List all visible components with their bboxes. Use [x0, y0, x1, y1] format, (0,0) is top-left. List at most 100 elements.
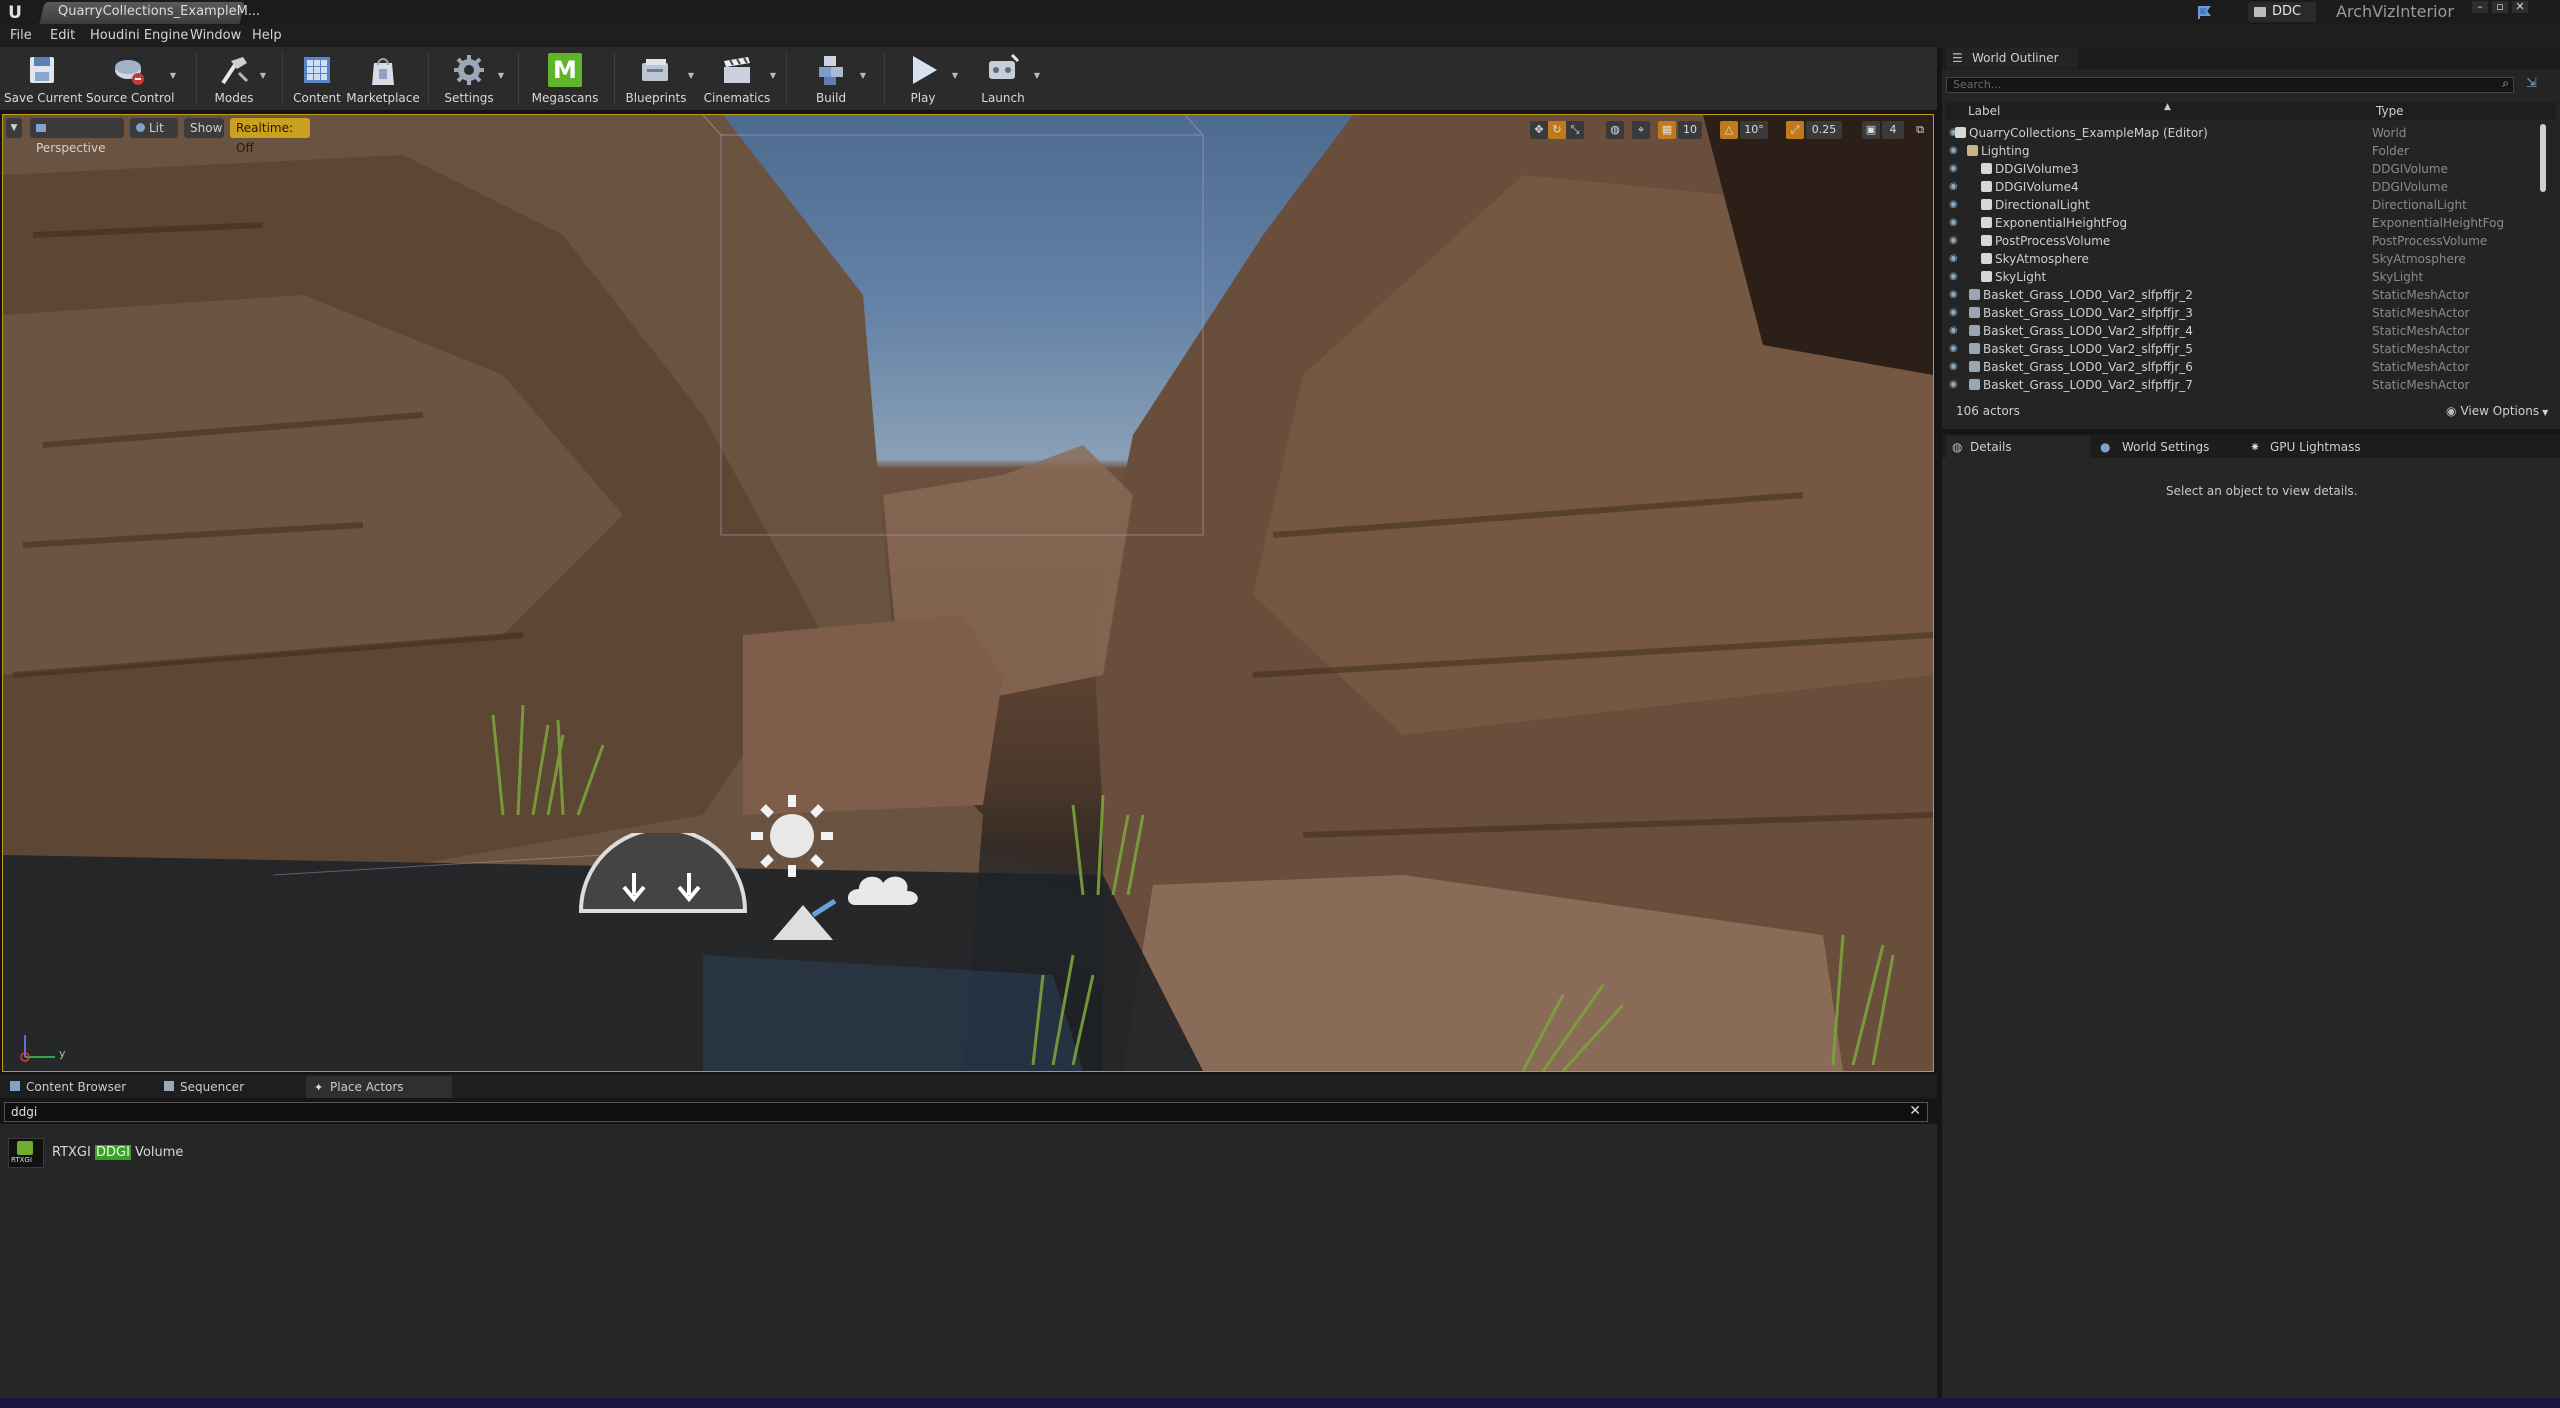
outliner-search-input[interactable]: Search... ⌕ [1946, 76, 2514, 93]
visibility-eye-icon[interactable]: ◉ [1949, 344, 1961, 354]
unreal-logo-icon[interactable]: U [4, 2, 26, 24]
outliner-row[interactable]: ◉ DDGIVolume4 DDGIVolume [1945, 178, 2555, 196]
visibility-eye-icon[interactable]: ◉ [1949, 272, 1961, 282]
grid-snap-icon[interactable]: ▦ [1658, 121, 1676, 139]
maximize-icon[interactable]: ▫ [2492, 1, 2508, 13]
scale-snap-icon[interactable]: ⤢ [1786, 121, 1804, 139]
outliner-row[interactable]: ◉ SkyLight SkyLight [1945, 268, 2555, 286]
maximize-viewport-icon[interactable]: ⧉ [1912, 121, 1928, 139]
settings-dropdown-icon[interactable]: ▼ [498, 71, 504, 80]
outliner-row[interactable]: ◉ ExponentialHeightFog ExponentialHeightFo… [1945, 214, 2555, 232]
tab-sequencer[interactable]: Sequencer [156, 1076, 306, 1098]
lit-view-mode-button[interactable]: Lit [130, 118, 178, 138]
menu-file[interactable]: File [10, 28, 32, 43]
blueprints-button[interactable]: Blueprints ▼ [622, 49, 694, 107]
tab-content-browser[interactable]: Content Browser [2, 1076, 152, 1098]
menu-help[interactable]: Help [252, 28, 282, 43]
clear-search-icon[interactable]: ✕ [1909, 1103, 1921, 1119]
directional-light-sun-icon[interactable] [747, 791, 837, 881]
close-icon[interactable]: ✕ [2512, 1, 2528, 13]
realtime-toggle[interactable]: Realtime: Off [230, 118, 310, 155]
build-button[interactable]: Build ▼ [800, 49, 866, 107]
blueprints-dropdown-icon[interactable]: ▼ [688, 71, 694, 80]
outliner-row[interactable]: ◉ Basket_Grass_LOD0_Var2_slfpffjr_2 Static… [1945, 286, 2555, 304]
sky-atmosphere-icon[interactable] [579, 833, 749, 913]
rotation-snap-value[interactable]: 10° [1740, 121, 1768, 139]
outliner-row[interactable]: ◉ DirectionalLight DirectionalLight [1945, 196, 2555, 214]
visibility-eye-icon[interactable]: ◉ [1949, 308, 1961, 318]
translate-tool-icon[interactable]: ✥ [1530, 121, 1548, 139]
megascans-button[interactable]: M Megascans [530, 49, 600, 107]
world-local-icon[interactable]: ◍ [1606, 121, 1624, 139]
scale-tool-icon[interactable]: ⤡ [1566, 121, 1584, 139]
outliner-add-icon[interactable]: ⇲ [2526, 76, 2546, 94]
minimize-icon[interactable]: – [2472, 1, 2488, 13]
rtxgi-ddgi-volume-item[interactable]: RTXGI DDGI Volume [52, 1145, 183, 1160]
cinematics-dropdown-icon[interactable]: ▼ [770, 71, 776, 80]
outliner-row[interactable]: ◉ Lighting Folder [1945, 142, 2555, 160]
outliner-row[interactable]: ◉ Basket_Grass_LOD0_Var2_slfpffjr_6 Static… [1945, 358, 2555, 376]
menu-window[interactable]: Window [190, 28, 241, 43]
play-button[interactable]: Play ▼ [892, 49, 958, 107]
rotate-tool-icon[interactable]: ↻ [1548, 121, 1566, 139]
perspective-button[interactable]: Perspective [30, 118, 124, 155]
visibility-eye-icon[interactable]: ◉ [1949, 164, 1961, 174]
outliner-scrollbar[interactable] [2540, 124, 2546, 192]
launch-button[interactable]: Launch ▼ [970, 49, 1040, 107]
column-label[interactable]: Label [1968, 102, 2000, 120]
surface-snap-icon[interactable]: ⌖ [1632, 121, 1650, 139]
camera-speed-value[interactable]: 4 [1882, 121, 1904, 139]
tab-world-outliner[interactable]: ☰ World Outliner [1946, 48, 2078, 68]
scale-snap-value[interactable]: 0.25 [1806, 121, 1842, 139]
launch-dropdown-icon[interactable]: ▼ [1034, 71, 1040, 80]
outliner-row[interactable]: ◉ Basket_Grass_LOD0_Var2_slfpffjr_4 Static… [1945, 322, 2555, 340]
tab-world-settings[interactable]: ● World Settings [2094, 436, 2242, 458]
tab-gpu-lightmass[interactable]: ✷ GPU Lightmass [2246, 436, 2390, 458]
visibility-eye-icon[interactable]: ◉ [1949, 362, 1961, 372]
menu-edit[interactable]: Edit [50, 28, 75, 43]
modes-dropdown-icon[interactable]: ▼ [260, 71, 266, 80]
exponential-fog-icon[interactable] [763, 895, 843, 945]
notification-flag-icon[interactable] [2196, 4, 2212, 20]
visibility-eye-icon[interactable]: ◉ [1949, 290, 1961, 300]
visibility-eye-icon[interactable]: ◉ [1949, 218, 1961, 228]
place-actors-search-input[interactable]: ddgi ✕ [4, 1102, 1928, 1122]
rtxgi-volume-item-icon[interactable]: RTXGI [8, 1138, 44, 1168]
rotation-snap-icon[interactable]: △ [1720, 121, 1738, 139]
visibility-eye-icon[interactable]: ◉ [1949, 254, 1961, 264]
visibility-eye-icon[interactable]: ◉ [1949, 236, 1961, 246]
outliner-row[interactable]: ◉ PostProcessVolume PostProcessVolume [1945, 232, 2555, 250]
sky-light-cloud-icon[interactable] [845, 867, 921, 911]
outliner-row[interactable]: ◉ Basket_Grass_LOD0_Var2_slfpffjr_7 Static… [1945, 376, 2555, 394]
play-dropdown-icon[interactable]: ▼ [952, 71, 958, 80]
show-flags-button[interactable]: Show [184, 118, 224, 138]
outliner-row[interactable]: ◉ Basket_Grass_LOD0_Var2_slfpffjr_3 Static… [1945, 304, 2555, 322]
level-viewport[interactable]: y [2, 114, 1934, 1072]
outliner-row[interactable]: ◉ DDGIVolume3 DDGIVolume [1945, 160, 2555, 178]
outliner-row[interactable]: ◉ QuarryCollections_ExampleMap (Editor) Wo… [1945, 124, 2555, 142]
camera-speed-icon[interactable]: ▣ [1862, 121, 1880, 139]
save-current-button[interactable]: Save Current [4, 49, 82, 107]
modes-button[interactable]: Modes ▼ [206, 49, 266, 107]
visibility-eye-icon[interactable]: ◉ [1949, 326, 1961, 336]
visibility-eye-icon[interactable]: ◉ [1949, 146, 1961, 156]
visibility-eye-icon[interactable]: ◉ [1949, 380, 1961, 390]
tab-place-actors[interactable]: ✦ Place Actors [306, 1076, 452, 1098]
tab-details[interactable]: ◍ Details [1946, 436, 2090, 458]
grid-snap-value[interactable]: 10 [1678, 121, 1702, 139]
build-dropdown-icon[interactable]: ▼ [860, 71, 866, 80]
viewport-options-dropdown[interactable]: ▼ [6, 118, 22, 138]
source-control-button[interactable]: Source Control ▼ [86, 49, 176, 107]
cinematics-button[interactable]: Cinematics ▼ [702, 49, 776, 107]
view-options-button[interactable]: ◉ View Options ▼ [2446, 404, 2548, 418]
visibility-eye-icon[interactable]: ◉ [1949, 182, 1961, 192]
settings-button[interactable]: Settings ▼ [438, 49, 504, 107]
column-type[interactable]: Type [2376, 102, 2404, 120]
content-button[interactable]: Content [290, 49, 344, 107]
visibility-eye-icon[interactable]: ◉ [1949, 200, 1961, 210]
menu-houdini-engine[interactable]: Houdini Engine [90, 28, 188, 43]
source-control-dropdown-icon[interactable]: ▼ [170, 71, 176, 80]
ddc-button[interactable]: DDC [2248, 2, 2316, 22]
marketplace-button[interactable]: Marketplace [346, 49, 420, 107]
outliner-row[interactable]: ◉ SkyAtmosphere SkyAtmosphere [1945, 250, 2555, 268]
